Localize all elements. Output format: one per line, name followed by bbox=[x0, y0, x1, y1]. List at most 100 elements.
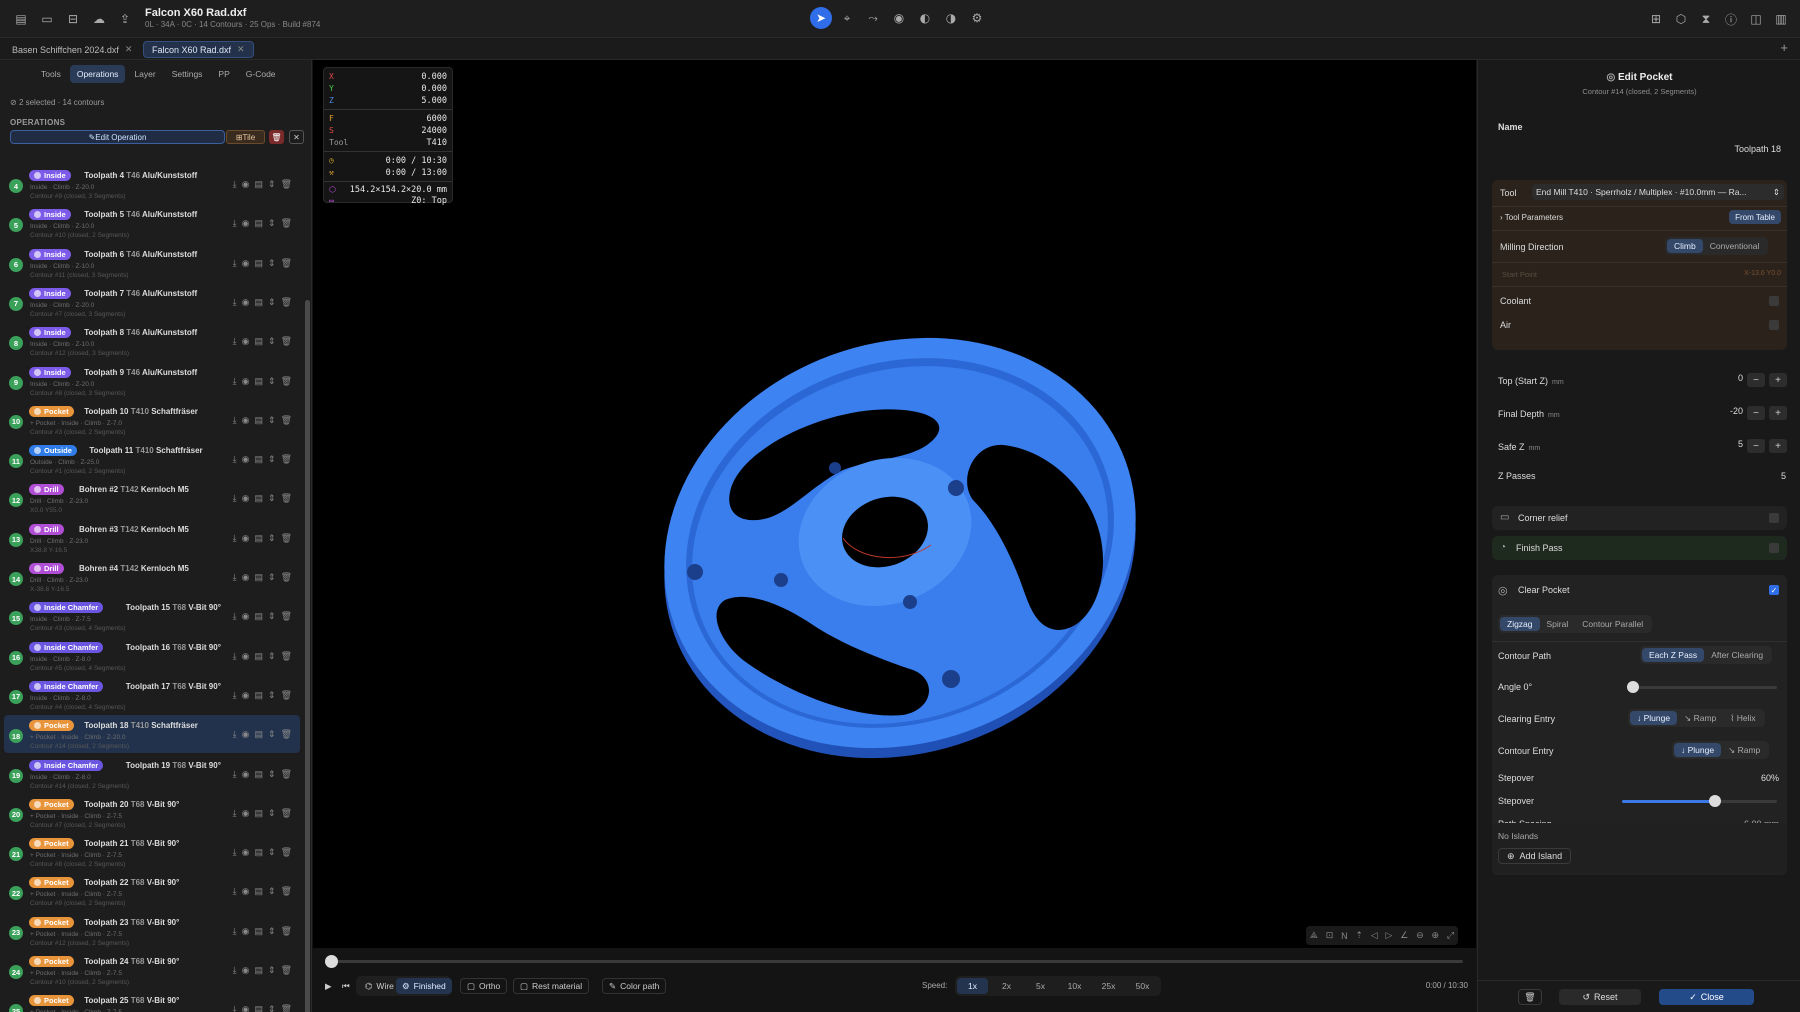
document-icon[interactable]: ▤ bbox=[255, 218, 264, 229]
operation-row[interactable]: 4 Inside Toolpath 4 T46 Alu/Kunststoff Insi… bbox=[4, 165, 300, 203]
reorder-icon[interactable]: ⇕ bbox=[268, 965, 276, 976]
climb-option[interactable]: Climb bbox=[1667, 239, 1703, 253]
visibility-icon[interactable]: ◉ bbox=[242, 926, 250, 937]
play-icon[interactable]: ▶ bbox=[319, 978, 338, 994]
reorder-icon[interactable]: ⇕ bbox=[268, 454, 276, 465]
operation-row[interactable]: 9 Inside Toolpath 9 T46 Alu/Kunststoff Insi… bbox=[4, 362, 300, 400]
operation-row[interactable]: 5 Inside Toolpath 5 T46 Alu/Kunststoff Insi… bbox=[4, 204, 300, 242]
export-icon[interactable]: ⤓ bbox=[233, 336, 237, 347]
operation-row[interactable]: 22 Pocket Toolpath 22 T68 V-Bit 90° + Pocke… bbox=[4, 872, 300, 910]
export-icon[interactable]: ⤓ bbox=[233, 926, 237, 937]
top-z-input[interactable]: 0 bbox=[1711, 373, 1743, 387]
fit-icon[interactable]: ⤢ bbox=[1447, 930, 1454, 941]
minus-button[interactable]: − bbox=[1747, 439, 1765, 453]
speed-50x[interactable]: 50x bbox=[1127, 978, 1158, 994]
trash-button[interactable]: 🗑 bbox=[1518, 989, 1542, 1005]
close-button[interactable]: ✕ bbox=[289, 130, 304, 144]
visibility-icon[interactable]: ◉ bbox=[242, 258, 250, 269]
document-icon[interactable]: ▤ bbox=[255, 415, 264, 426]
delete-icon[interactable]: 🗑 bbox=[281, 454, 292, 465]
after-clearing-option[interactable]: After Clearing bbox=[1704, 648, 1770, 662]
add-tab-icon[interactable]: + bbox=[1780, 40, 1788, 55]
helix-option[interactable]: ⌇ Helix bbox=[1723, 711, 1762, 725]
tab-layer[interactable]: Layer bbox=[127, 65, 162, 83]
reorder-icon[interactable]: ⇕ bbox=[268, 336, 276, 347]
document-icon[interactable]: ▤ bbox=[255, 493, 264, 504]
tab-tools[interactable]: Tools bbox=[34, 65, 68, 83]
document-icon[interactable]: ▤ bbox=[255, 336, 264, 347]
export-icon[interactable]: ⤓ bbox=[233, 847, 237, 858]
plunge-option[interactable]: ↓ Plunge bbox=[1630, 711, 1678, 725]
delete-icon[interactable]: 🗑 bbox=[281, 533, 292, 544]
final-depth-input[interactable]: -20 bbox=[1711, 406, 1743, 420]
operation-row[interactable]: 19 Inside Chamfer Toolpath 19 T68 V-Bit 90… bbox=[4, 755, 300, 793]
delete-icon[interactable]: 🗑 bbox=[281, 179, 292, 190]
spiral-option[interactable]: Spiral bbox=[1540, 617, 1576, 631]
operation-row[interactable]: 20 Pocket Toolpath 20 T68 V-Bit 90° + Pocke… bbox=[4, 794, 300, 832]
visibility-icon[interactable]: ◉ bbox=[242, 769, 250, 780]
operation-row[interactable]: 17 Inside Chamfer Toolpath 17 T68 V-Bit 90… bbox=[4, 676, 300, 714]
reorder-icon[interactable]: ⇕ bbox=[268, 611, 276, 622]
plus-button[interactable]: + bbox=[1769, 406, 1787, 420]
operation-row[interactable]: 16 Inside Chamfer Toolpath 16 T68 V-Bit 90… bbox=[4, 637, 300, 675]
view-iso-icon[interactable]: ⟁ bbox=[1310, 930, 1318, 941]
close-icon[interactable]: ✕ bbox=[125, 44, 133, 55]
scrollbar[interactable] bbox=[305, 300, 310, 1012]
skip-back-icon[interactable]: ⏮ bbox=[336, 978, 356, 994]
reorder-icon[interactable]: ⇕ bbox=[268, 651, 276, 662]
delete-icon[interactable]: 🗑 bbox=[281, 808, 292, 819]
speed-2x[interactable]: 2x bbox=[991, 978, 1022, 994]
tool-select[interactable]: End Mill T410 · Sperrholz / Multiplex · … bbox=[1532, 184, 1784, 200]
operation-row[interactable]: 15 Inside Chamfer Toolpath 15 T68 V-Bit 90… bbox=[4, 597, 300, 635]
export-icon[interactable]: ⤓ bbox=[233, 886, 237, 897]
delete-icon[interactable]: 🗑 bbox=[281, 847, 292, 858]
grid-icon[interactable]: ⊞ bbox=[1647, 10, 1665, 28]
reorder-icon[interactable]: ⇕ bbox=[268, 847, 276, 858]
document-icon[interactable]: ▤ bbox=[255, 690, 264, 701]
export-icon[interactable]: ⤓ bbox=[233, 651, 237, 662]
view-up-icon[interactable]: ⇡ bbox=[1355, 930, 1363, 941]
angle-slider[interactable] bbox=[1627, 681, 1777, 693]
crosshair-icon[interactable]: ⌖ bbox=[836, 7, 858, 29]
clear-pocket-checkbox[interactable]: ✓ bbox=[1769, 585, 1779, 595]
document-icon[interactable]: ▤ bbox=[255, 1004, 264, 1012]
operation-row[interactable]: 25PocketToolpath 25 T68 V-Bit 90°+ Pocke… bbox=[4, 990, 300, 1012]
edit-operation-button[interactable]: ✎ Edit Operation bbox=[10, 130, 225, 144]
delete-icon[interactable]: 🗑 bbox=[281, 336, 292, 347]
document-icon[interactable]: ▤ bbox=[255, 729, 264, 740]
visibility-icon[interactable]: ◉ bbox=[242, 886, 250, 897]
operation-row[interactable]: 24 Pocket Toolpath 24 T68 V-Bit 90° + Pocke… bbox=[4, 951, 300, 989]
visibility-icon[interactable]: ◉ bbox=[242, 415, 250, 426]
reorder-icon[interactable]: ⇕ bbox=[268, 886, 276, 897]
operation-row[interactable]: 21 Pocket Toolpath 21 T68 V-Bit 90° + Pocke… bbox=[4, 833, 300, 871]
delete-icon[interactable]: 🗑 bbox=[281, 297, 292, 308]
export-icon[interactable]: ⤓ bbox=[233, 179, 237, 190]
contour-parallel-option[interactable]: Contour Parallel bbox=[1575, 617, 1650, 631]
tool-parameters-toggle[interactable]: › Tool Parameters bbox=[1500, 213, 1563, 222]
toggle-icon[interactable]: ◫ bbox=[1747, 10, 1765, 28]
file-tab[interactable]: Basen Schiffchen 2024.dxf ✕ bbox=[4, 41, 140, 58]
delete-icon[interactable]: 🗑 bbox=[281, 611, 292, 622]
delete-icon[interactable]: 🗑 bbox=[281, 886, 292, 897]
plus-button[interactable]: + bbox=[1769, 439, 1787, 453]
plus-button[interactable]: + bbox=[1769, 373, 1787, 387]
visibility-icon[interactable]: ◉ bbox=[242, 336, 250, 347]
tile-button[interactable]: ⊞ Tile bbox=[226, 130, 265, 144]
speed-1x[interactable]: 1x bbox=[957, 978, 988, 994]
visibility-icon[interactable]: ◉ bbox=[242, 690, 250, 701]
export-icon[interactable]: ⤓ bbox=[233, 533, 237, 544]
safe-z-input[interactable]: 5 bbox=[1711, 439, 1743, 453]
delete-icon[interactable]: 🗑 bbox=[281, 376, 292, 387]
reorder-icon[interactable]: ⇕ bbox=[268, 769, 276, 780]
visibility-icon[interactable]: ◉ bbox=[242, 1004, 250, 1012]
visibility-icon[interactable]: ◉ bbox=[242, 808, 250, 819]
document-icon[interactable]: ▤ bbox=[255, 454, 264, 465]
reorder-icon[interactable]: ⇕ bbox=[268, 926, 276, 937]
reorder-icon[interactable]: ⇕ bbox=[268, 808, 276, 819]
file-tab-active[interactable]: Falcon X60 Rad.dxf ✕ bbox=[143, 41, 254, 58]
export-icon[interactable]: ⤓ bbox=[233, 729, 237, 740]
zoom-out-icon[interactable]: ⊖ bbox=[1416, 930, 1424, 941]
path-icon[interactable]: ⤳ bbox=[862, 7, 884, 29]
export-icon[interactable]: ⤓ bbox=[233, 218, 237, 229]
document-icon[interactable]: ▤ bbox=[255, 572, 264, 583]
